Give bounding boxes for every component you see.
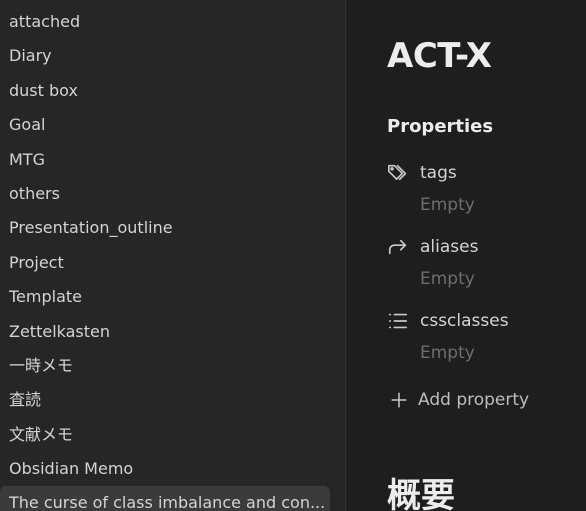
add-property-button[interactable]: Add property xyxy=(390,388,529,412)
folder-item-peer-review[interactable]: 査読 xyxy=(0,383,345,417)
file-item-active-note[interactable]: The curse of class imbalance and con... xyxy=(0,486,330,511)
section-heading[interactable]: 概要 xyxy=(387,468,455,511)
folder-item-presentation-outline[interactable]: Presentation_outline xyxy=(0,211,345,245)
folder-item-mtg[interactable]: MTG xyxy=(0,143,345,177)
file-item-obsidian-memo[interactable]: Obsidian Memo xyxy=(0,452,345,486)
folder-item-dust-box[interactable]: dust box xyxy=(0,74,345,108)
tags-icon xyxy=(387,161,411,185)
property-key-cssclasses: cssclasses xyxy=(420,311,509,331)
folder-item-others[interactable]: others xyxy=(0,177,345,211)
plus-icon xyxy=(390,388,408,412)
property-key-row[interactable]: aliases xyxy=(387,235,582,259)
property-cssclasses: cssclasses Empty xyxy=(387,309,582,363)
file-list: attached Diary dust box Goal MTG others … xyxy=(0,5,345,511)
folder-item-literature-memo[interactable]: 文献メモ xyxy=(0,418,345,452)
folder-item-zettelkasten[interactable]: Zettelkasten xyxy=(0,315,345,349)
file-explorer-sidebar: attached Diary dust box Goal MTG others … xyxy=(0,0,346,511)
property-value-aliases[interactable]: Empty xyxy=(420,269,582,289)
property-value-cssclasses[interactable]: Empty xyxy=(420,343,582,363)
folder-item-project[interactable]: Project xyxy=(0,246,345,280)
add-property-label: Add property xyxy=(418,390,530,410)
property-key-aliases: aliases xyxy=(420,237,479,257)
property-tags: tags Empty xyxy=(387,161,582,215)
note-title[interactable]: ACT-X xyxy=(387,36,492,76)
property-aliases: aliases Empty xyxy=(387,235,582,289)
property-key-row[interactable]: tags xyxy=(387,161,582,185)
folder-item-template[interactable]: Template xyxy=(0,280,345,314)
folder-item-diary[interactable]: Diary xyxy=(0,39,345,73)
folder-item-temp-memo[interactable]: 一時メモ xyxy=(0,349,345,383)
property-key-row[interactable]: cssclasses xyxy=(387,309,582,333)
aliases-arrow-icon xyxy=(387,235,411,259)
property-value-tags[interactable]: Empty xyxy=(420,195,582,215)
property-key-tags: tags xyxy=(420,163,457,183)
list-icon xyxy=(387,309,411,333)
note-view: ACT-X Properties tags Empty aliases Empt… xyxy=(346,0,586,511)
folder-item-attached[interactable]: attached xyxy=(0,5,345,39)
folder-item-goal[interactable]: Goal xyxy=(0,108,345,142)
obsidian-window: attached Diary dust box Goal MTG others … xyxy=(0,0,586,511)
properties-heading[interactable]: Properties xyxy=(387,116,493,137)
